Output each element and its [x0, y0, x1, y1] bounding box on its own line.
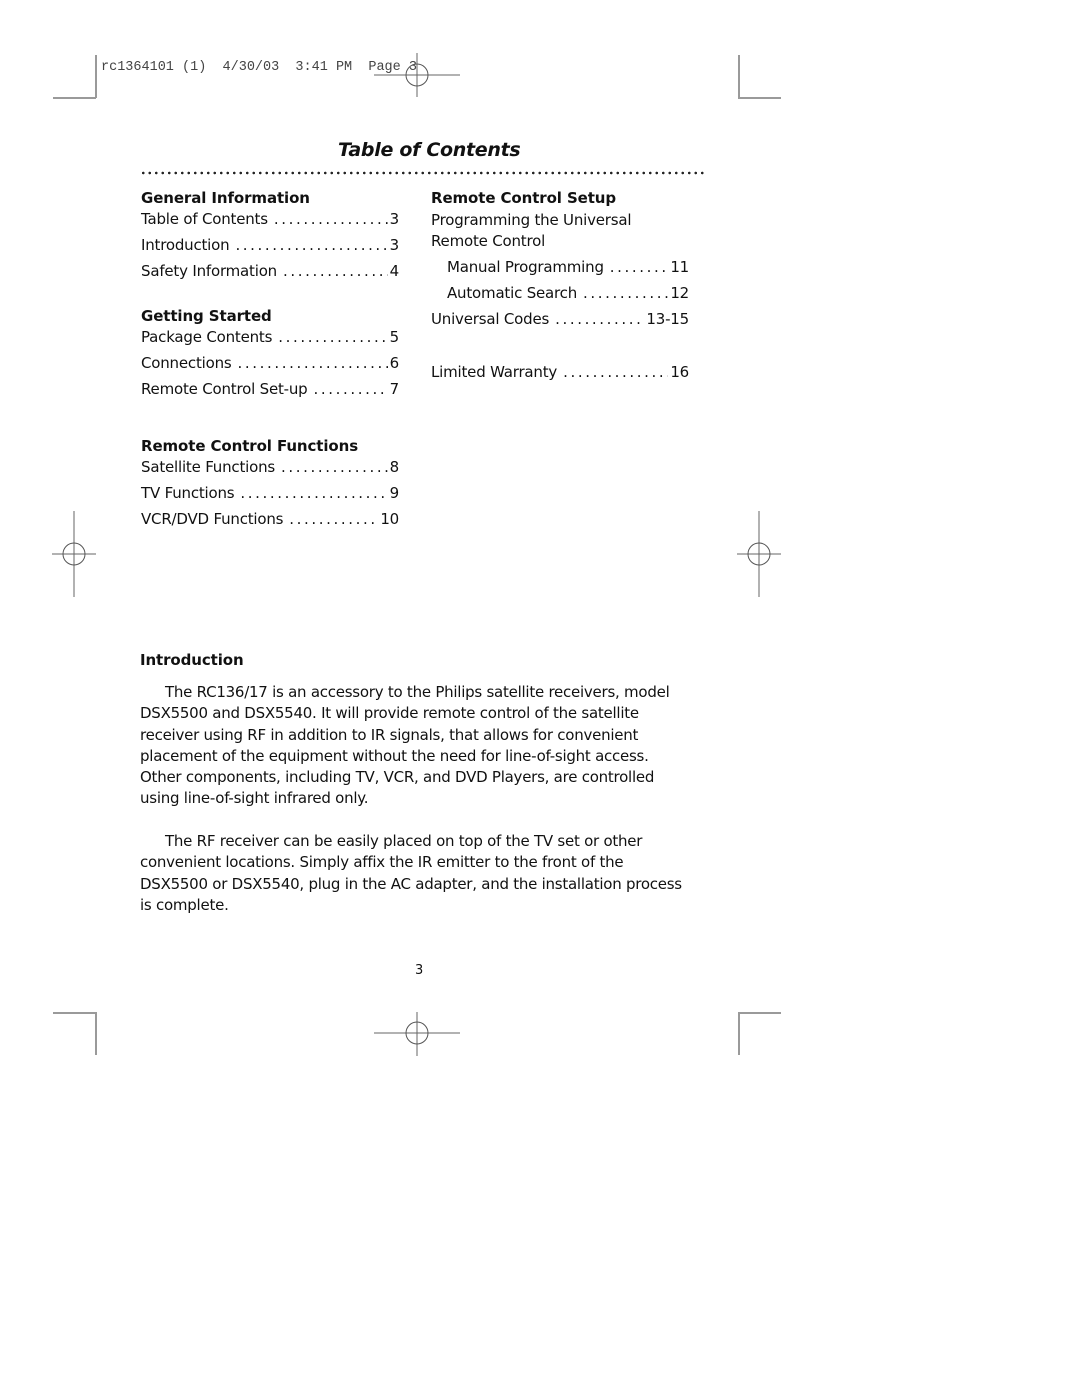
- toc-entry-label: Safety Information: [141, 262, 277, 280]
- toc-subentries: Manual Programming......................…: [431, 258, 689, 310]
- leader-dots: ................................: [583, 284, 668, 302]
- toc-entry-page: 7: [389, 380, 400, 398]
- crop-mark-bottom-right-v: [738, 1012, 740, 1055]
- toc-entry[interactable]: Satellite Functions.....................…: [141, 458, 399, 484]
- toc-entry[interactable]: Package Contents........................…: [141, 328, 399, 354]
- toc-entry-page: 13-15: [646, 310, 689, 328]
- toc-entry[interactable]: Table of Contents.......................…: [141, 210, 399, 236]
- toc-entry[interactable]: Introduction............................…: [141, 236, 399, 262]
- leader-dots: ................................: [240, 484, 388, 502]
- section-heading: General Information: [141, 189, 310, 207]
- toc-entry-label: Remote Control Set-up: [141, 380, 308, 398]
- toc-entry-page: 4: [389, 262, 400, 280]
- toc-entry-page: 8: [389, 458, 400, 476]
- toc-section-getting-started: Getting Started Package Contents........…: [141, 307, 399, 406]
- toc-subentry[interactable]: Manual Programming......................…: [447, 258, 689, 284]
- leader-dots: ................................: [555, 310, 644, 328]
- toc-entry-label: VCR/DVD Functions: [141, 510, 284, 528]
- leader-dots: ................................: [609, 258, 669, 276]
- leader-dots: ................................: [273, 210, 388, 228]
- toc-entry-page: 12: [670, 284, 689, 302]
- toc-entry[interactable]: Remote Control Set-up...................…: [141, 380, 399, 406]
- toc-entry-page: 3: [389, 236, 400, 254]
- toc-entry-label: TV Functions: [141, 484, 235, 502]
- crop-mark-bottom-right-h: [738, 1012, 781, 1014]
- crop-mark-top-right-h: [738, 97, 781, 99]
- leader-dots: ................................: [278, 328, 388, 346]
- toc-entry-page: 3: [389, 210, 400, 228]
- print-slug-line: rc1364101 (1) 4/30/03 3:41 PM Page 3: [101, 60, 417, 75]
- leader-dots: ................................: [282, 262, 388, 280]
- introduction-paragraph-2: The RF receiver can be easily placed on …: [140, 831, 692, 916]
- toc-entry[interactable]: Safety Information......................…: [141, 262, 399, 288]
- leader-dots: ................................: [237, 354, 388, 372]
- toc-entry-page: 6: [389, 354, 400, 372]
- paragraph-text: The RC136/17 is an accessory to the Phil…: [140, 683, 670, 808]
- toc-entry-label: Introduction: [141, 236, 230, 254]
- toc-entry-programming[interactable]: Programming the Universal Remote Control: [431, 210, 689, 258]
- registration-mark-left-icon: [52, 511, 96, 597]
- leader-dots: ................................: [563, 363, 668, 381]
- leader-dots: ................................: [289, 510, 378, 528]
- toc-entry[interactable]: Connections.............................…: [141, 354, 399, 380]
- toc-entry-label: Limited Warranty: [431, 363, 558, 381]
- registration-mark-right-icon: [737, 511, 781, 597]
- toc-entry-label: Manual Programming: [447, 258, 604, 276]
- section-heading: Getting Started: [141, 307, 272, 325]
- leader-dots: ................................: [235, 236, 387, 254]
- crop-mark-top-left-h: [53, 97, 96, 99]
- toc-subentry[interactable]: Automatic Search........................…: [447, 284, 689, 310]
- toc-entry-page: 9: [389, 484, 400, 502]
- toc-entry-page: 11: [670, 258, 689, 276]
- section-heading: Remote Control Functions: [141, 437, 359, 455]
- toc-entry-label: Table of Contents: [141, 210, 268, 228]
- toc-right-column: Remote Control Setup Programming the Uni…: [431, 189, 689, 389]
- toc-entry-label: Satellite Functions: [141, 458, 276, 476]
- crop-mark-top-left-v: [95, 55, 97, 98]
- toc-entry[interactable]: TV Functions............................…: [141, 484, 399, 510]
- toc-entry-page: 5: [389, 328, 400, 346]
- toc-section-remote-control-functions: Remote Control Functions Satellite Funct…: [141, 437, 399, 536]
- introduction-paragraph-1: The RC136/17 is an accessory to the Phil…: [140, 682, 692, 810]
- toc-left-column: General Information Table of Contents...…: [141, 189, 399, 536]
- introduction-heading: Introduction: [140, 651, 244, 669]
- crop-mark-bottom-left-v: [95, 1012, 97, 1055]
- toc-section-general-information: General Information Table of Contents...…: [141, 189, 399, 288]
- crop-mark-top-right-v: [738, 55, 740, 98]
- toc-entry-label: Package Contents: [141, 328, 273, 346]
- section-heading: Remote Control Setup: [431, 189, 617, 207]
- registration-mark-bottom-icon: [374, 1012, 460, 1056]
- crop-mark-bottom-left-h: [53, 1012, 96, 1014]
- page-number: 3: [415, 963, 424, 978]
- toc-entry[interactable]: Universal Codes.........................…: [431, 310, 689, 336]
- leader-dots: ................................: [281, 458, 388, 476]
- toc-entry-page: 16: [670, 363, 689, 381]
- dotted-rule: [140, 171, 706, 175]
- leader-dots: ................................: [313, 380, 388, 398]
- toc-entry-label: Universal Codes: [431, 310, 550, 328]
- toc-entry-page: 10: [380, 510, 399, 528]
- toc-entry-label: Automatic Search: [447, 284, 578, 302]
- page-title: Table of Contents: [338, 139, 521, 161]
- paragraph-text: The RF receiver can be easily placed on …: [140, 832, 682, 914]
- toc-entry-label: Connections: [141, 354, 232, 372]
- toc-entry[interactable]: VCR/DVD Functions.......................…: [141, 510, 399, 536]
- toc-entry[interactable]: Limited Warranty........................…: [431, 363, 689, 389]
